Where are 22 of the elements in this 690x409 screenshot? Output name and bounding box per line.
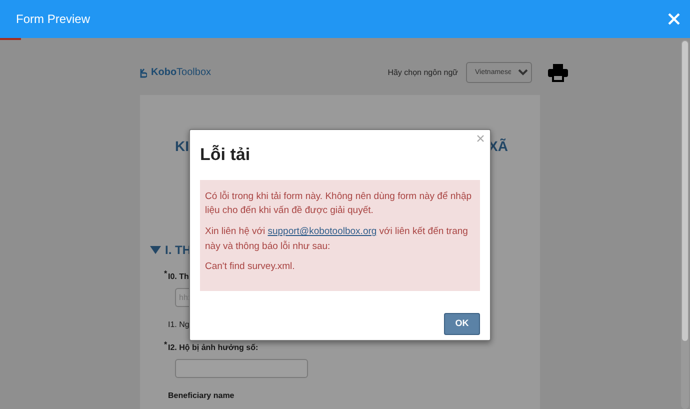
scrollbar[interactable]	[681, 40, 689, 409]
error-message: Xin liên hệ với support@kobotoolbox.org với liên kết đến trang này và thông báo lỗi như sau:	[205, 224, 469, 254]
form-title: KI	[175, 137, 189, 156]
text-input[interactable]	[175, 359, 308, 378]
printer-icon[interactable]	[548, 64, 568, 82]
question-label: I1. Ng	[168, 319, 190, 331]
triangle-icon[interactable]	[150, 246, 161, 254]
ok-button[interactable]: OK	[444, 313, 480, 336]
question-label: I0. Th	[168, 271, 189, 283]
error-message: Can't find survey.xml.	[205, 260, 296, 274]
error-message: Có lỗi trong khi tải form này. Không nên dùng form này để nhập liệu cho đến khi vấn đề được giải quyết.	[205, 190, 473, 218]
logo-icon	[140, 68, 147, 78]
question-label: I2. Hộ bị ảnh hưởng số:	[168, 342, 258, 354]
window-title: Form Preview	[16, 11, 90, 28]
required-mark: *	[164, 268, 168, 280]
required-mark: *	[164, 339, 168, 351]
logo-text: KoboToolbox	[151, 66, 212, 80]
close-icon[interactable]	[477, 135, 484, 142]
language-label: Hãy chọn ngôn ngữ	[388, 66, 458, 78]
question-label: Beneficiary name	[168, 390, 234, 402]
support-email-link[interactable]: support@kobotoolbox.org	[268, 226, 377, 237]
dialog-title: Lỗi tải	[200, 144, 252, 166]
